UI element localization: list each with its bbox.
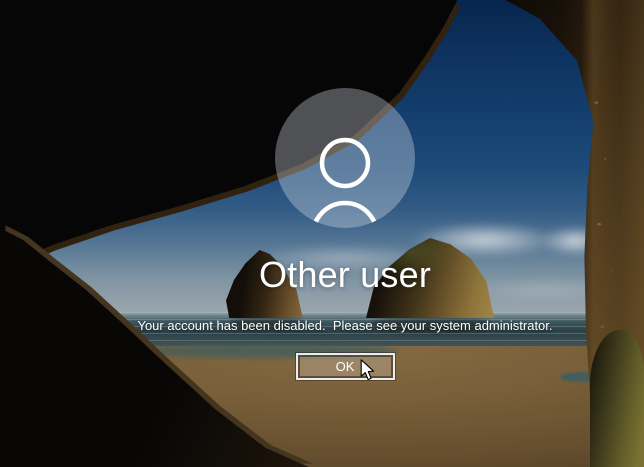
ok-button[interactable]: OK (295, 353, 395, 381)
username-label: Other user (258, 254, 432, 295)
avatar (275, 88, 415, 228)
mouse-arrow-cursor (360, 359, 375, 381)
user-silhouette-icon (311, 137, 379, 228)
windows-signin-screen: Other user Your account has been disable… (0, 0, 644, 467)
signin-panel: Other user Your account has been disable… (65, 88, 625, 381)
account-disabled-message: Your account has been disabled. Please s… (137, 318, 553, 334)
